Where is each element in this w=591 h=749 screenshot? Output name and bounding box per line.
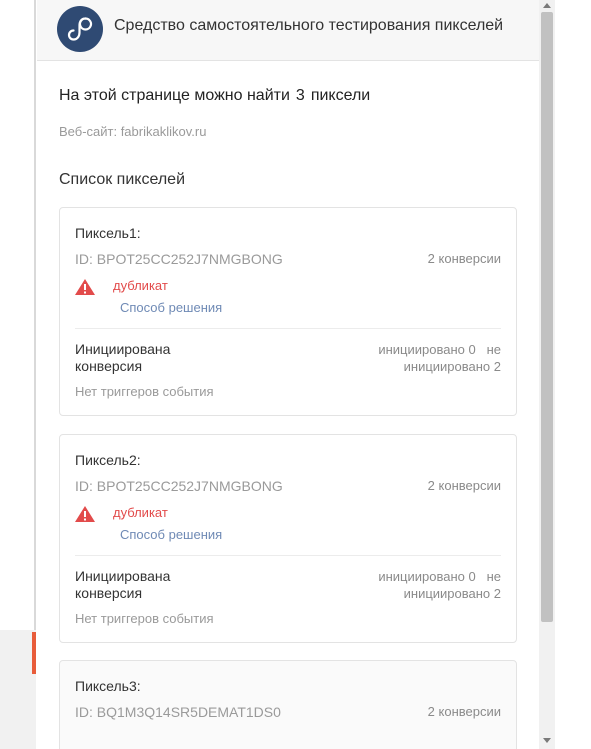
triggered-count: инициировано 0: [378, 569, 476, 584]
pixel-id: ID: BPOT25CC252J7NMGBONG: [75, 478, 283, 494]
solution-link[interactable]: Способ решения: [120, 300, 222, 315]
card-divider: [75, 555, 501, 556]
pixel-list-title: Список пикселей: [59, 171, 185, 188]
popup-title: Средство самостоятельного тестирования п…: [114, 17, 504, 34]
pixels-found-summary: На этой странице можно найти 3 пиксели: [59, 87, 370, 105]
card-divider: [75, 328, 501, 329]
pixel-helper-popup: Средство самостоятельного тестирования п…: [37, 0, 539, 749]
pixel-conversions: 2 конверсии: [427, 704, 501, 719]
pixel-name: Пиксель2:: [75, 452, 141, 468]
trigger-label: Инициирована конверсия: [75, 341, 171, 374]
background-page-right: [555, 0, 591, 749]
background-page-band: [0, 630, 36, 749]
found-prefix: На этой странице можно найти: [59, 87, 290, 104]
scroll-up-arrow-icon[interactable]: [543, 3, 551, 8]
trigger-stats: инициировано 0 не инициировано 2: [331, 568, 501, 602]
no-event-triggers: Нет триггеров события: [75, 611, 214, 626]
background-page-accent: [32, 632, 36, 674]
popup-header: Средство самостоятельного тестирования п…: [37, 0, 539, 61]
trigger-label: Инициирована конверсия: [75, 568, 171, 601]
warning-triangle-icon: [75, 279, 95, 295]
tiktok-pixel-logo-icon: [57, 6, 103, 52]
website-label: Веб-сайт: fabrikaklikov.ru: [59, 124, 207, 139]
scroll-down-arrow-icon[interactable]: [543, 738, 551, 743]
duplicate-warning: дубликат: [113, 278, 168, 293]
pixel-card: Пиксель2: ID: BPOT25CC252J7NMGBONG 2 кон…: [59, 434, 517, 643]
pixel-name: Пиксель1:: [75, 225, 141, 241]
found-suffix: пиксели: [310, 87, 371, 104]
found-count: 3: [295, 87, 305, 104]
warning-triangle-icon: [75, 506, 95, 522]
pixel-name: Пиксель3:: [75, 678, 141, 694]
triggered-count: инициировано 0: [378, 342, 476, 357]
pixel-id: ID: BPOT25CC252J7NMGBONG: [75, 251, 283, 267]
screenshot-frame: Средство самостоятельного тестирования п…: [0, 0, 591, 749]
logo-glyph: [67, 17, 93, 41]
pixel-card: Пиксель1: ID: BPOT25CC252J7NMGBONG 2 кон…: [59, 207, 517, 416]
scrollbar-thumb[interactable]: [541, 12, 553, 622]
background-page-left: [0, 0, 36, 749]
popup-scrollbar[interactable]: [539, 0, 555, 749]
trigger-stats: инициировано 0 не инициировано 2: [331, 341, 501, 375]
no-event-triggers: Нет триггеров события: [75, 384, 214, 399]
pixel-conversions: 2 конверсии: [427, 478, 501, 493]
pixel-conversions: 2 конверсии: [427, 251, 501, 266]
solution-link[interactable]: Способ решения: [120, 527, 222, 542]
duplicate-warning: дубликат: [113, 505, 168, 520]
pixel-id: ID: BQ1M3Q14SR5DEMAT1DS0: [75, 704, 281, 720]
pixel-card: Пиксель3: ID: BQ1M3Q14SR5DEMAT1DS0 2 кон…: [59, 660, 517, 749]
